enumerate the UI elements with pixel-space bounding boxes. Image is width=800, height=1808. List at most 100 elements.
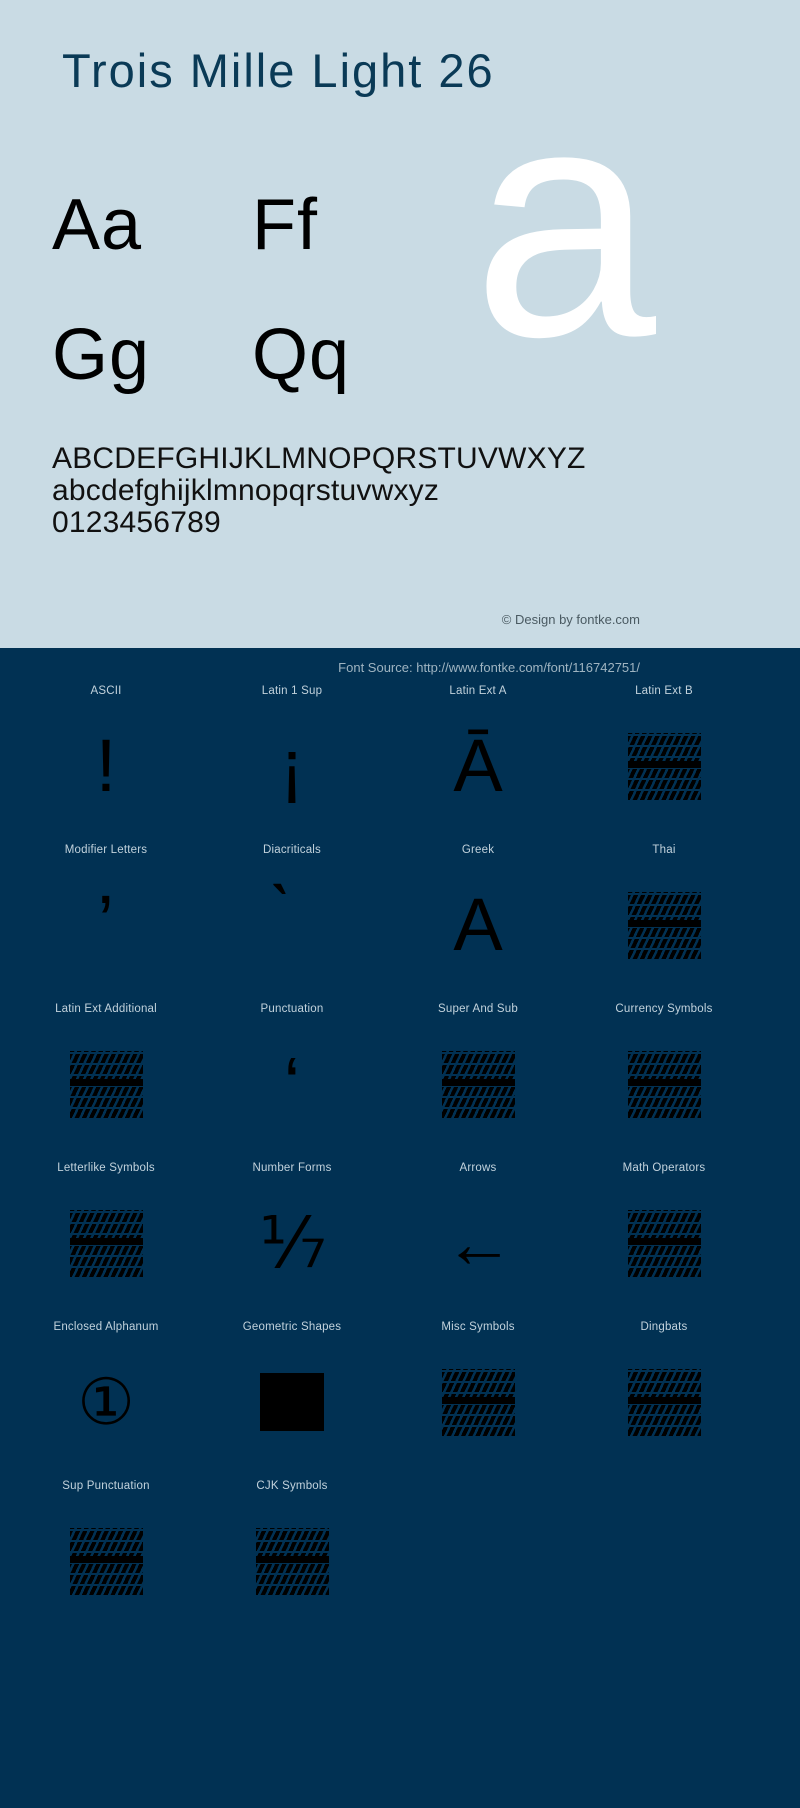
- lowercase-alphabet: abcdefghijklmnopqrstuvwxyz: [52, 474, 440, 507]
- missing-glyph-icon: [69, 1209, 143, 1277]
- unicode-block-cell[interactable]: Thai: [584, 843, 744, 1002]
- unicode-block-label: Enclosed Alphanum: [53, 1321, 159, 1333]
- unicode-block-label: ASCII: [90, 685, 122, 697]
- unicode-block-glyph: [26, 1183, 186, 1303]
- unicode-block-label: Geometric Shapes: [242, 1321, 342, 1333]
- missing-glyph-icon: [627, 1209, 701, 1277]
- unicode-block-label: Super And Sub: [438, 1003, 518, 1015]
- unicode-block-cell[interactable]: ASCII!: [26, 684, 186, 843]
- glyph-sample: ①: [77, 1366, 135, 1438]
- unicode-block-cell[interactable]: Latin Ext A Ā: [398, 684, 558, 843]
- unicode-block-glyph: [26, 1024, 186, 1144]
- unicode-block-glyph: [584, 1183, 744, 1303]
- unicode-block-label: Punctuation: [260, 1003, 324, 1015]
- font-preview-section: a Trois Mille Light 26 Aa Ff Gg Qq ABCDE…: [0, 0, 800, 648]
- unicode-block-cell[interactable]: Punctuation ‘: [212, 1002, 372, 1161]
- missing-glyph-icon: [69, 1050, 143, 1118]
- unicode-block-cell[interactable]: Arrows ←: [398, 1161, 558, 1320]
- missing-glyph-icon: [69, 1527, 143, 1595]
- sample-pair: Ff: [252, 185, 318, 265]
- uppercase-alphabet: ABCDEFGHIJKLMNOPQRSTUVWXYZ: [52, 442, 586, 475]
- unicode-block-label: Latin Ext B: [635, 685, 693, 697]
- unicode-block-glyph: Ā: [398, 706, 558, 826]
- unicode-block-cell[interactable]: Math Operators: [584, 1161, 744, 1320]
- unicode-block-cell[interactable]: Latin 1 Sup ¡: [212, 684, 372, 843]
- glyph-sample: ʼ: [97, 883, 115, 966]
- unicode-block-glyph: [398, 1342, 558, 1462]
- sample-letters-grid: Aa Ff Gg Qq: [52, 160, 452, 420]
- unicode-block-label: Currency Symbols: [615, 1003, 713, 1015]
- unicode-block-cell[interactable]: Geometric Shapes: [212, 1320, 372, 1479]
- unicode-block-glyph: ←: [398, 1183, 558, 1303]
- unicode-block-glyph: ̀: [212, 865, 372, 985]
- missing-glyph-icon: [255, 1527, 329, 1595]
- glyph-sample: Ā: [453, 724, 503, 807]
- missing-glyph-icon: [441, 1368, 515, 1436]
- unicode-block-label: Math Operators: [622, 1162, 706, 1174]
- font-source-link[interactable]: Font Source: http://www.fontke.com/font/…: [338, 659, 640, 676]
- unicode-block-label: Letterlike Symbols: [57, 1162, 155, 1174]
- unicode-block-glyph: [584, 865, 744, 985]
- glyph-sample: !: [95, 724, 117, 807]
- alphabet-specimen: ABCDEFGHIJKLMNOPQRSTUVWXYZ abcdefghijklm…: [52, 443, 752, 539]
- unicode-block-label: Number Forms: [252, 1162, 332, 1174]
- missing-glyph-icon: [627, 891, 701, 959]
- unicode-block-label: Modifier Letters: [64, 844, 148, 856]
- unicode-block-cell[interactable]: Dingbats: [584, 1320, 744, 1479]
- filled-square-icon: [260, 1373, 324, 1431]
- unicode-block-glyph: [212, 1342, 372, 1462]
- glyph-sample: ←: [444, 1204, 514, 1282]
- unicode-block-label: Latin Ext A: [449, 685, 507, 697]
- unicode-block-glyph: ⅐: [212, 1183, 372, 1303]
- unicode-block-label: Misc Symbols: [441, 1321, 515, 1333]
- unicode-block-glyph: [26, 1501, 186, 1621]
- unicode-block-cell[interactable]: Currency Symbols: [584, 1002, 744, 1161]
- unicode-block-glyph: [584, 706, 744, 826]
- unicode-block-label: Latin 1 Sup: [261, 685, 323, 697]
- sample-pair: Gg: [52, 315, 151, 395]
- unicode-block-cell[interactable]: Letterlike Symbols: [26, 1161, 186, 1320]
- unicode-block-cell[interactable]: Super And Sub: [398, 1002, 558, 1161]
- unicode-block-cell[interactable]: Number Forms ⅐: [212, 1161, 372, 1320]
- unicode-blocks-section: Font Source: http://www.fontke.com/font/…: [0, 648, 800, 1808]
- page-title: Trois Mille Light 26: [62, 44, 495, 97]
- unicode-block-label: Latin Ext Additional: [55, 1003, 157, 1015]
- missing-glyph-icon: [627, 1368, 701, 1436]
- unicode-block-cell[interactable]: Diacriticals̀: [212, 843, 372, 1002]
- unicode-block-glyph: [584, 1024, 744, 1144]
- unicode-block-label: Dingbats: [640, 1321, 688, 1333]
- unicode-block-label: CJK Symbols: [256, 1480, 328, 1492]
- unicode-block-glyph: ①: [26, 1342, 186, 1462]
- unicode-block-glyph: ‘: [212, 1024, 372, 1144]
- watermark-glyph: a: [472, 36, 656, 405]
- unicode-block-cell[interactable]: Enclosed Alphanum ①: [26, 1320, 186, 1479]
- unicode-block-cell[interactable]: Misc Symbols: [398, 1320, 558, 1479]
- unicode-block-glyph: ¡: [212, 706, 372, 826]
- unicode-block-cell[interactable]: CJK Symbols: [212, 1479, 372, 1638]
- glyph-sample: ‘: [283, 1042, 301, 1125]
- missing-glyph-icon: [441, 1050, 515, 1118]
- sample-row: Aa Ff: [52, 160, 452, 290]
- unicode-block-label: Diacriticals: [263, 844, 321, 856]
- unicode-block-glyph: !: [26, 706, 186, 826]
- unicode-block-grid: ASCII! Latin 1 Sup ¡ Latin Ext A Ā Latin Ext …: [0, 684, 800, 1638]
- unicode-block-glyph: [584, 1342, 744, 1462]
- numerals: 0123456789: [52, 506, 221, 539]
- copyright-notice: © Design by fontke.com: [501, 612, 640, 627]
- unicode-block-cell[interactable]: Latin Ext Additional: [26, 1002, 186, 1161]
- unicode-block-glyph: ʼ: [26, 865, 186, 985]
- unicode-block-cell[interactable]: Modifier Letters ʼ: [26, 843, 186, 1002]
- unicode-block-label: Sup Punctuation: [62, 1480, 150, 1492]
- unicode-block-label: Greek: [461, 844, 495, 856]
- unicode-block-cell[interactable]: Greek Α: [398, 843, 558, 1002]
- missing-glyph-icon: [627, 732, 701, 800]
- unicode-block-label: Thai: [652, 844, 676, 856]
- glyph-sample: Α: [453, 883, 503, 966]
- sample-pair: Qq: [252, 315, 351, 395]
- unicode-block-label: Arrows: [459, 1162, 497, 1174]
- font-specimen-page: a Trois Mille Light 26 Aa Ff Gg Qq ABCDE…: [0, 0, 800, 1808]
- unicode-block-glyph: Α: [398, 865, 558, 985]
- unicode-block-cell[interactable]: Sup Punctuation: [26, 1479, 186, 1638]
- unicode-block-cell[interactable]: Latin Ext B: [584, 684, 744, 843]
- glyph-sample: ⅐: [259, 1204, 327, 1282]
